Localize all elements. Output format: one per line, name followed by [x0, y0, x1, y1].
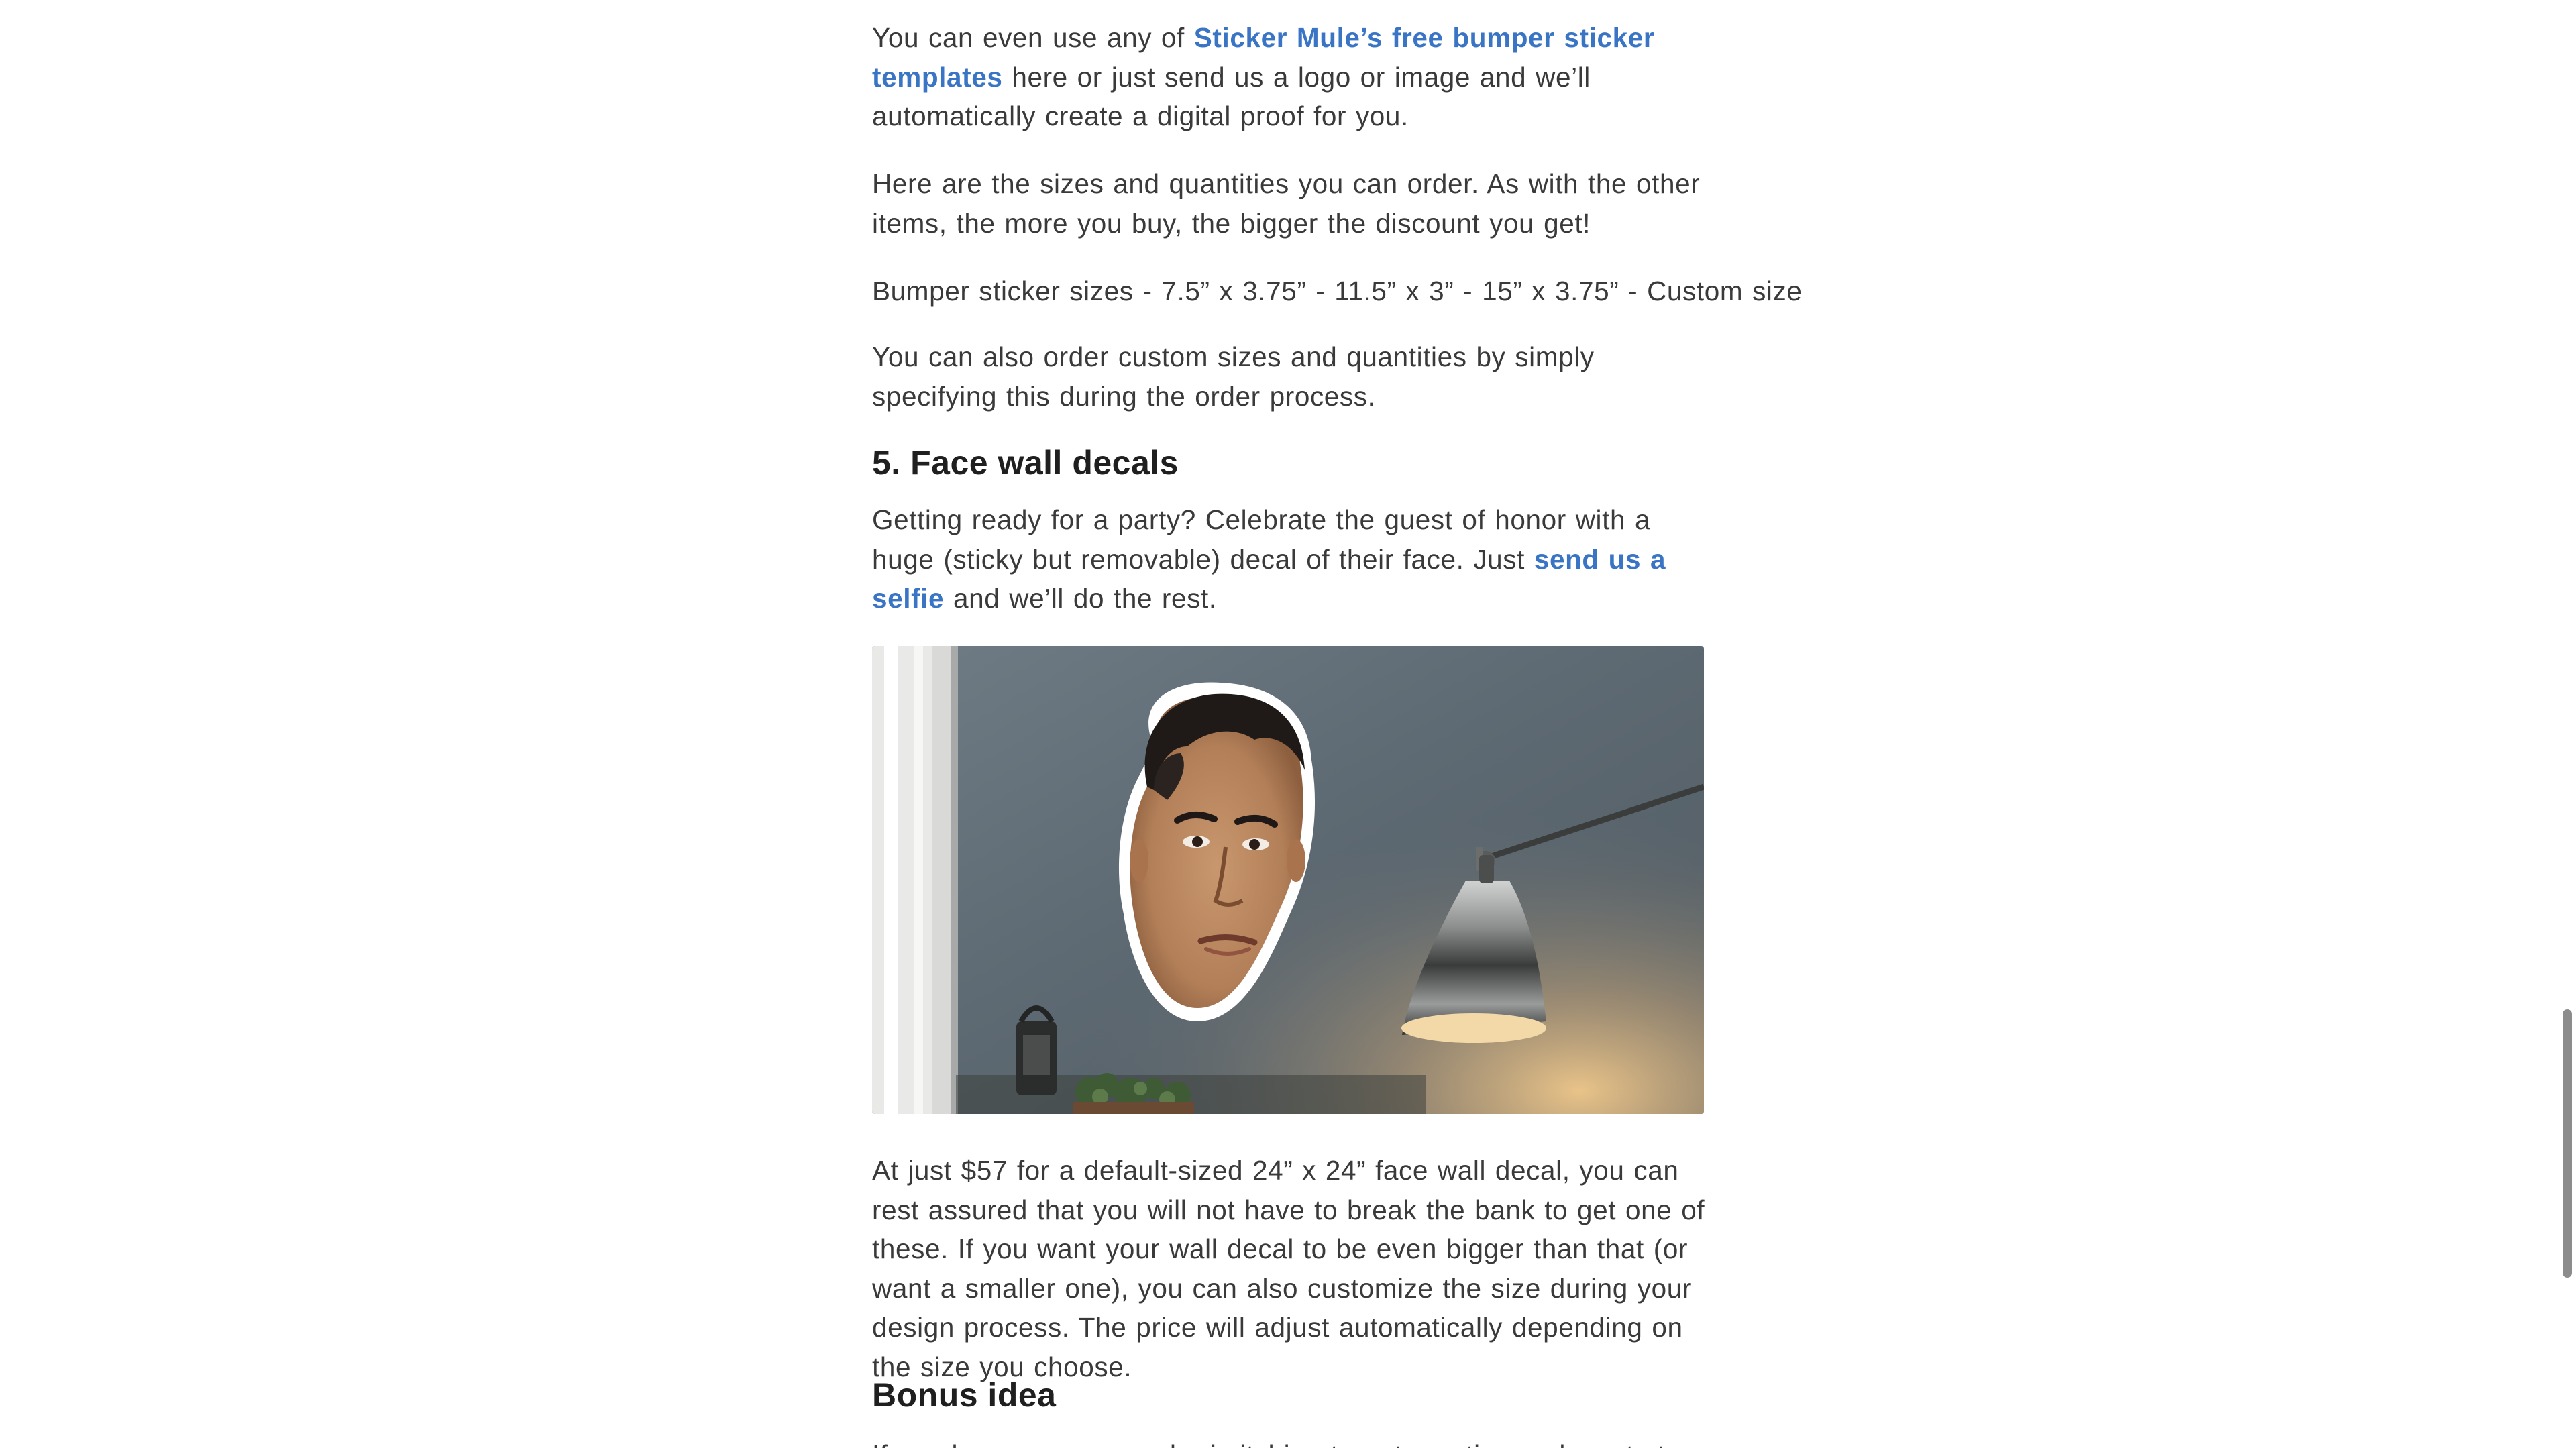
paragraph-face-decal-price: At just $57 for a default-sized 24” x 24…: [872, 1155, 1705, 1382]
heading-bonus-idea: Bonus idea: [872, 1376, 1057, 1414]
paragraph-face-decals: Getting ready for a party? Celebrate the…: [872, 500, 1711, 618]
vertical-scrollbar[interactable]: [2557, 0, 2576, 1448]
heading-face-wall-decals: 5. Face wall decals: [872, 444, 1179, 482]
scrollbar-thumb[interactable]: [2563, 1009, 2572, 1278]
paragraph-text: and we’ll do the rest.: [944, 583, 1217, 614]
paragraph-templates: You can even use any of Sticker Mule’s f…: [872, 18, 1704, 136]
paragraph-sizes-quantities: Here are the sizes and quantities you ca…: [872, 168, 1701, 239]
paragraph-bonus-idea: If you know someone who is itching to ge…: [872, 1435, 1704, 1448]
face-wall-decal-photo: [872, 646, 1704, 1114]
paragraph-custom-sizes: You can also order custom sizes and quan…: [872, 341, 1595, 412]
paragraph-bumper-sizes: Bumper sticker sizes - 7.5” x 3.75” - 11…: [872, 276, 1803, 307]
paragraph-text: You can even use any of: [872, 22, 1194, 53]
face-decal-image: [872, 646, 1704, 1114]
